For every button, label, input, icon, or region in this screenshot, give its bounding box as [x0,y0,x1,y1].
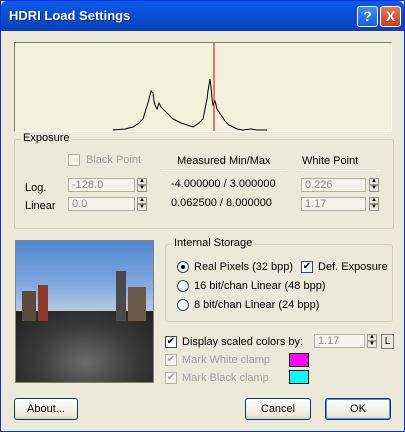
linear-black-point-spinner[interactable]: ▲ ▼ [137,197,147,211]
l-button[interactable]: L [381,334,394,349]
title-bar: HDRI Load Settings ? X [1,1,404,31]
histogram-curve [112,78,267,131]
about-button[interactable]: About... [14,398,78,420]
mark-white-clamp-label: Mark White clamp [182,354,271,366]
mark-black-clamp-label: Mark Black clamp [182,372,269,384]
display-scaled-label: Display scaled colors by: [182,336,304,348]
black-point-label: Black Point [86,154,142,166]
mark-white-clamp-checkbox[interactable]: ✔ [165,354,177,366]
log-white-point-field[interactable]: 0.226 [301,178,366,192]
linear-white-point-spinner[interactable]: ▲ ▼ [369,197,379,211]
log-measured-value: -4.000000 / 3.000000 [171,178,276,190]
linear16-radio[interactable] [177,280,189,292]
linear16-label: 16 bit/chan Linear (48 bpp) [194,280,326,292]
display-scaled-checkbox[interactable]: ✔ [165,336,177,348]
hdri-load-settings-dialog: HDRI Load Settings ? X Exposure Black Po… [0,0,405,432]
white-point-header: White Point [302,155,359,167]
display-scale-field[interactable]: 1.17 [314,334,365,348]
measured-min-max-header: Measured Min/Max [177,155,271,167]
linear-label: Linear [25,200,56,212]
black-clamp-color-swatch[interactable] [289,370,309,384]
exposure-group-title: Exposure [21,132,72,144]
log-black-point-spinner[interactable]: ▲ ▼ [137,178,147,192]
linear8-radio[interactable] [177,299,189,311]
ok-button[interactable]: OK [325,398,391,420]
def-exposure-checkbox[interactable]: ✔ [301,261,313,273]
linear-white-point-field[interactable]: 1.17 [301,197,366,211]
log-label: Log. [25,182,47,194]
measured-separator [163,170,286,171]
help-button[interactable]: ? [357,6,378,27]
display-scale-spinner[interactable]: ▲ ▼ [367,334,377,348]
window-title: HDRI Load Settings [9,8,131,23]
cancel-button[interactable]: Cancel [245,398,311,420]
white-point-separator [298,170,380,171]
real-pixels-label: Real Pixels (32 bpp) [194,261,294,273]
linear-black-point-field[interactable]: 0.0 [68,197,135,211]
histogram[interactable] [14,42,392,132]
mark-black-clamp-checkbox[interactable]: ✔ [165,372,177,384]
log-black-point-field[interactable]: -128.0 [68,178,135,192]
internal-storage-title: Internal Storage [172,237,255,249]
close-button[interactable]: X [380,6,401,27]
histogram-plot [112,43,267,131]
linear-measured-value: 0.062500 / 8.000000 [171,197,272,209]
black-point-checkbox[interactable] [68,154,80,166]
log-white-point-spinner[interactable]: ▲ ▼ [369,178,379,192]
white-clamp-color-swatch[interactable] [289,353,309,367]
real-pixels-radio[interactable] [177,261,189,273]
hdri-preview-image [15,240,154,383]
linear8-label: 8 bit/chan Linear (24 bpp) [194,299,320,311]
def-exposure-label: Def. Exposure [318,261,388,273]
